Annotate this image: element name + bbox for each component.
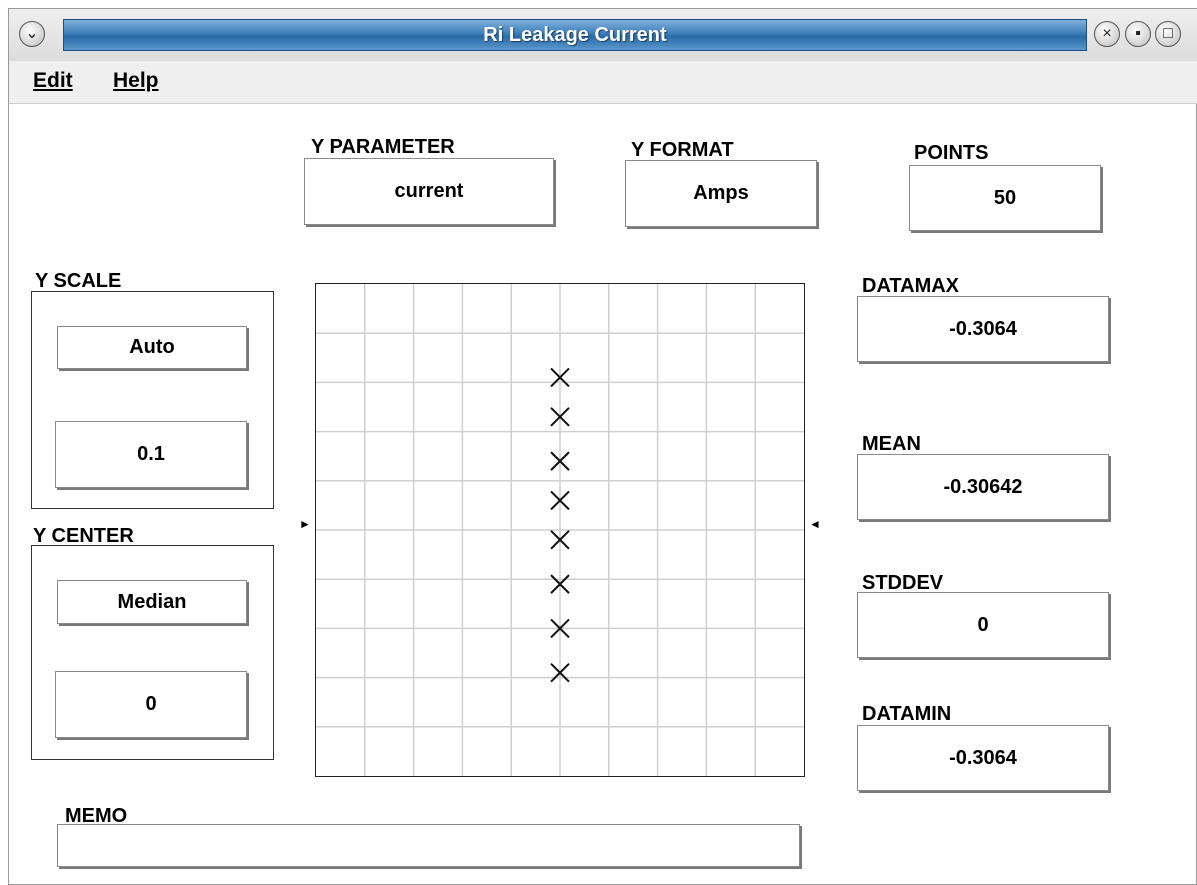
y-scale-label: Y SCALE	[35, 270, 122, 292]
mean-field: -0.30642	[857, 454, 1109, 520]
points-label: POINTS	[914, 142, 989, 164]
window-menu-icon[interactable]: ⌄	[19, 21, 45, 47]
datamax-label: DATAMAX	[862, 275, 960, 297]
maximize-icon[interactable]: □	[1155, 21, 1181, 47]
application-window: ⌄ Ri Leakage Current × ▪ □ Edit Help Y P…	[8, 8, 1197, 885]
scatter-plot	[315, 283, 805, 777]
memo-field[interactable]	[57, 824, 800, 867]
y-center-value-field[interactable]: 0	[55, 671, 247, 738]
title-bar: ⌄ Ri Leakage Current × ▪ □	[9, 9, 1197, 62]
menu-help[interactable]: Help	[113, 69, 159, 93]
menu-edit[interactable]: Edit	[33, 69, 73, 93]
points-field[interactable]: 50	[909, 165, 1101, 231]
close-icon[interactable]: ×	[1094, 21, 1120, 47]
plot-canvas	[316, 284, 804, 776]
stddev-field: 0	[857, 592, 1109, 658]
minimize-icon[interactable]: ▪	[1125, 21, 1151, 47]
datamax-field: -0.3064	[857, 296, 1109, 362]
y-center-marker-right: ◄	[809, 517, 821, 531]
y-scale-value-field[interactable]: 0.1	[55, 421, 247, 488]
y-center-marker-left: ►	[299, 517, 311, 531]
y-center-mode-button[interactable]: Median	[57, 580, 247, 624]
y-format-label: Y FORMAT	[631, 139, 734, 161]
datamin-field: -0.3064	[857, 725, 1109, 791]
y-parameter-field[interactable]: current	[304, 158, 554, 225]
title-bar-fill: Ri Leakage Current	[63, 19, 1087, 51]
y-format-field[interactable]: Amps	[625, 160, 817, 227]
menu-bar: Edit Help	[9, 61, 1197, 104]
window-title: Ri Leakage Current	[483, 24, 667, 46]
y-parameter-label: Y PARAMETER	[311, 136, 455, 158]
y-scale-mode-button[interactable]: Auto	[57, 326, 247, 369]
datamin-label: DATAMIN	[862, 703, 952, 725]
mean-label: MEAN	[862, 433, 921, 455]
